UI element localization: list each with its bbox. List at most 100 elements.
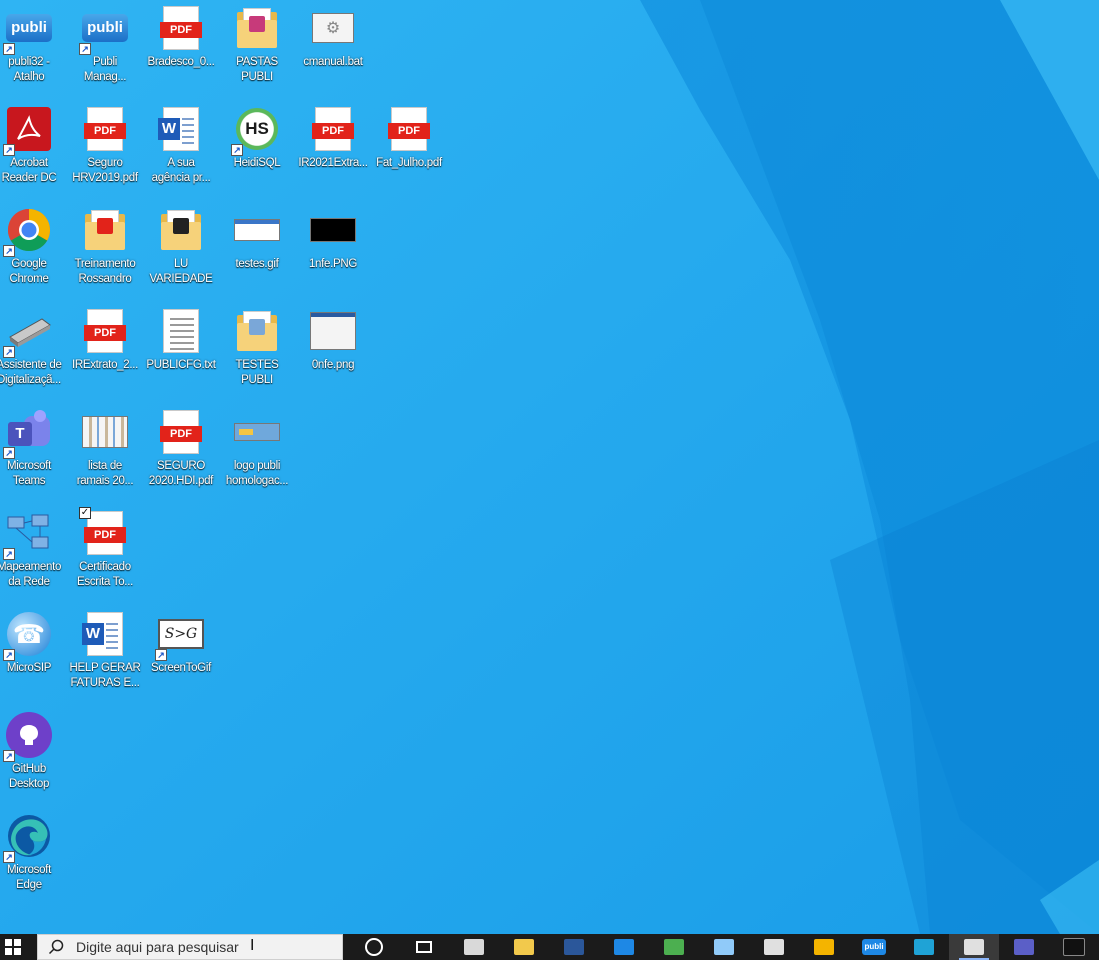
taskbar-word-button[interactable] — [549, 934, 599, 960]
start-button[interactable] — [0, 934, 27, 960]
edge-icon — [914, 939, 934, 955]
desktop-icon-label: Google Chrome — [9, 258, 49, 285]
search-box[interactable]: Digite aqui para pesquisar I — [36, 934, 343, 960]
desktop-icon[interactable]: PDF Bradesco_0... — [143, 1, 219, 97]
desktop-icon-label: lista de ramais 20... — [76, 460, 134, 487]
taskbar-terminal-button[interactable] — [1049, 934, 1099, 960]
shortcut-arrow-icon: ↗ — [3, 43, 15, 55]
taskbar-paint-button[interactable] — [799, 934, 849, 960]
batch-file-icon: ⚙ — [309, 5, 357, 51]
desktop-icon[interactable]: PDF IR2021Extra... — [295, 102, 371, 198]
desktop-icon[interactable]: Treinamento Rossandro — [67, 203, 143, 299]
shortcut-arrow-icon: ↗ — [3, 346, 15, 358]
image-file-icon — [81, 409, 129, 455]
shortcut-arrow-icon: ↗ — [3, 649, 15, 661]
desktop-icon-label: LU VARIEDADE — [149, 258, 213, 285]
desktop-icon-label: Bradesco_0... — [147, 56, 215, 68]
desktop-icon[interactable]: ↗ Google Chrome — [0, 203, 67, 299]
shortcut-arrow-icon: ↗ — [3, 548, 15, 560]
desktop-icon[interactable]: ↗ Acrobat Reader DC — [0, 102, 67, 198]
pdf-badge: PDF — [84, 527, 126, 543]
desktop-icon-label: Mapeamento da Rede — [0, 561, 62, 588]
taskbar-satellite-button[interactable] — [749, 934, 799, 960]
desktop-icon[interactable]: PDF SEGURO 2020.HDI.pdf — [143, 405, 219, 501]
desktop-icon-label: A sua agência pr... — [151, 157, 211, 184]
shortcut-arrow-icon: ↗ — [231, 144, 243, 156]
pdf-file-icon: PDF ✓ — [79, 507, 129, 556]
desktop-icon-label: logo publi homologac... — [225, 460, 289, 487]
desktop-icon-label: Certificado Escrita To... — [77, 561, 133, 588]
png-file-icon — [309, 207, 357, 253]
desktop-icon-label: Treinamento Rossandro — [74, 258, 136, 285]
word-badge: W — [158, 118, 180, 140]
desktop[interactable]: publi ↗ publi32 - Atalho publi ↗ Publi Manag.… — [0, 0, 1099, 934]
chrome-icon — [664, 939, 684, 955]
taskbar-screen-button[interactable] — [949, 934, 999, 960]
desktop-icon[interactable]: lista de ramais 20... — [67, 405, 143, 501]
desktop-icon[interactable]: ⚙ cmanual.bat — [295, 1, 371, 97]
desktop-icon[interactable]: PASTAS PUBLI — [219, 1, 295, 97]
desktop-icon[interactable]: ↗ Assistente de Digitalizaçã... — [0, 304, 67, 400]
desktop-icon[interactable]: logo publi homologac... — [219, 405, 295, 501]
desktop-icon[interactable]: ↗ GitHub Desktop — [0, 708, 67, 804]
gif-file-icon — [233, 207, 281, 253]
pdf-badge: PDF — [84, 325, 126, 341]
desktop-icon-label: Fat_Julho.pdf — [376, 157, 442, 169]
folder-icon — [157, 207, 205, 253]
shortcut-arrow-icon: ↗ — [155, 649, 167, 661]
desktop-icon-label: MicroSIP — [6, 662, 52, 674]
desktop-icon[interactable]: LU VARIEDADE — [143, 203, 219, 299]
desktop-icon[interactable]: publi ↗ Publi Manag... — [67, 1, 143, 97]
taskbar-edge-button[interactable] — [899, 934, 949, 960]
windows-logo-icon — [5, 939, 22, 955]
publi-icon: publi ↗ — [79, 5, 129, 55]
desktop-icon[interactable]: PUBLICFG.txt — [143, 304, 219, 400]
taskbar-teams-button[interactable] — [999, 934, 1049, 960]
pen-tool-icon — [714, 939, 734, 955]
desktop-icon[interactable]: ↗ Mapeamento da Rede — [0, 506, 67, 602]
desktop-icon[interactable]: 1nfe.PNG — [295, 203, 371, 299]
desktop-icon[interactable]: W HELP GERAR FATURAS E... — [67, 607, 143, 703]
shortcut-arrow-icon: ↗ — [3, 447, 15, 459]
taskbar-chrome-button[interactable] — [649, 934, 699, 960]
desktop-icon[interactable]: testes.gif — [219, 203, 295, 299]
desktop-icon-label: TESTES PUBLI — [235, 359, 279, 386]
pdf-file-icon: PDF — [157, 409, 205, 455]
desktop-icon[interactable]: PDF Seguro HRV2019.pdf — [67, 102, 143, 198]
taskbar-cortana-button[interactable] — [349, 934, 399, 960]
desktop-icon[interactable]: PDF IRExtrato_2... — [67, 304, 143, 400]
taskbar-file-explorer-button[interactable] — [499, 934, 549, 960]
chrome-icon: ↗ — [3, 207, 53, 257]
desktop-icon[interactable]: ↗ Microsoft Edge — [0, 809, 67, 905]
desktop-icon[interactable]: TESTES PUBLI — [219, 304, 295, 400]
pdf-file-icon: PDF — [309, 106, 357, 152]
mail-icon — [614, 939, 634, 955]
taskbar-pen-tool-button[interactable] — [699, 934, 749, 960]
desktop-icon-label: publi32 - Atalho — [8, 56, 50, 83]
desktop-icon-label: Acrobat Reader DC — [1, 157, 57, 184]
taskbar-mail-button[interactable] — [599, 934, 649, 960]
desktop-icon[interactable]: HS ↗ HeidiSQL — [219, 102, 295, 198]
desktop-icon[interactable]: S>G ↗ ScreenToGif — [143, 607, 219, 703]
search-icon — [48, 938, 66, 956]
checkbox-icon[interactable]: ✓ — [79, 507, 91, 519]
desktop-icon[interactable]: T ↗ Microsoft Teams — [0, 405, 67, 501]
desktop-icon[interactable]: PDF Fat_Julho.pdf — [371, 102, 447, 198]
cortana-icon — [365, 938, 383, 956]
desktop-icon-label: PUBLICFG.txt — [146, 359, 216, 371]
pdf-badge: PDF — [160, 22, 202, 38]
desktop-icon[interactable]: publi ↗ publi32 - Atalho — [0, 1, 67, 97]
png-file-icon — [309, 308, 357, 354]
taskbar-publi-button[interactable]: publi — [849, 934, 899, 960]
desktop-icon[interactable]: W A sua agência pr... — [143, 102, 219, 198]
desktop-icon-label: Seguro HRV2019.pdf — [72, 157, 138, 184]
desktop-icon[interactable]: 0nfe.png — [295, 304, 371, 400]
desktop-icon[interactable]: ☎ ↗ MicroSIP — [0, 607, 67, 703]
taskbar-task-view-button[interactable] — [399, 934, 449, 960]
satellite-icon — [764, 939, 784, 955]
shortcut-arrow-icon: ↗ — [3, 245, 15, 257]
desktop-icon[interactable]: PDF ✓ Certificado Escrita To... — [67, 506, 143, 602]
taskbar-file-cabinet-button[interactable] — [449, 934, 499, 960]
screen-icon — [964, 939, 984, 955]
task-view-icon — [416, 941, 432, 953]
